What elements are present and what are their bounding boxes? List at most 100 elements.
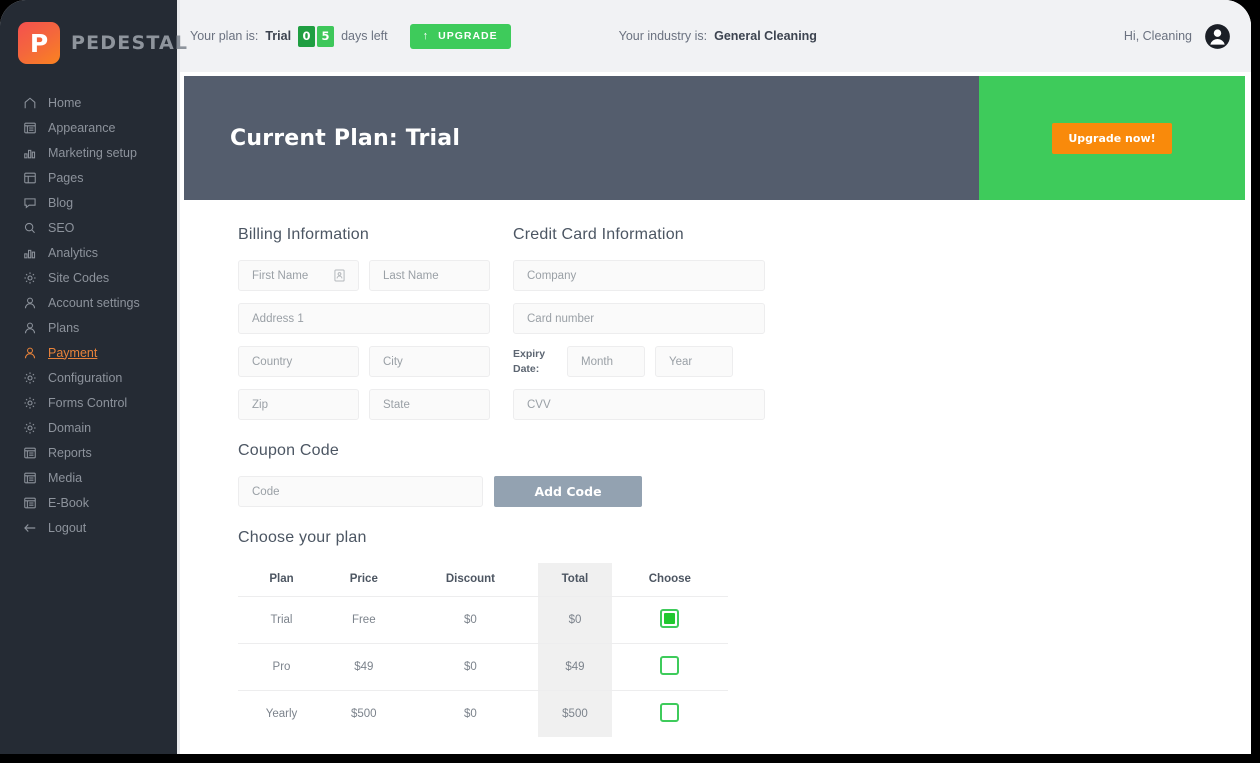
cvv-input[interactable]: CVV (513, 389, 765, 420)
plans-cell-choose (611, 596, 728, 644)
plans-cell-total: $49 (538, 643, 612, 691)
plan-checkbox[interactable] (660, 609, 680, 628)
sidebar-item-seo[interactable]: SEO (0, 215, 177, 240)
country-city-row: Country City (238, 346, 490, 389)
table-row: Yearly $500 $0 $500 (238, 690, 728, 737)
plan-value-label: Trial (265, 29, 292, 43)
zip-input[interactable]: Zip (238, 389, 359, 420)
sidebar-item-e-book[interactable]: E-Book (0, 490, 177, 515)
coupon-code-placeholder: Code (252, 485, 280, 498)
plan-checkbox[interactable] (660, 703, 680, 722)
layout-icon (22, 445, 37, 460)
layout-icon (22, 470, 37, 485)
plans-table-head: Plan Price Discount Total Choose (238, 563, 728, 597)
plans-column-header: Plan (269, 573, 294, 585)
plans-cell-price: Free (324, 596, 403, 644)
sidebar-item-label: Marketing setup (48, 145, 137, 160)
sidebar-item-label: Payment (48, 345, 98, 360)
plans-table: Plan Price Discount Total Choose Trial Free $0… (238, 563, 728, 737)
coupon-code-input[interactable]: Code (238, 476, 483, 507)
banner-left: Current Plan: Trial (184, 76, 979, 200)
plans-cell-choose (611, 690, 728, 737)
sidebar-item-forms-control[interactable]: Forms Control (0, 390, 177, 415)
coupon-section-title: Coupon Code (238, 442, 339, 459)
company-input[interactable]: Company (513, 260, 765, 291)
cvv-placeholder: CVV (527, 398, 551, 411)
days-digit-ones: 5 (317, 25, 335, 47)
arrow-left-icon (22, 520, 37, 535)
sidebar-item-logout[interactable]: Logout (0, 515, 177, 540)
user-icon (22, 295, 37, 310)
sidebar-item-site-codes[interactable]: Site Codes (0, 265, 177, 290)
card-number-input[interactable]: Card number (513, 303, 765, 334)
expiry-month-select[interactable]: Month (567, 346, 645, 377)
plans-cell-total: $500 (538, 690, 612, 737)
gear-icon (22, 370, 37, 385)
sidebar-item-domain[interactable]: Domain (0, 415, 177, 440)
layout-icon (22, 120, 37, 135)
company-placeholder: Company (527, 269, 577, 282)
choose-plan-title: Choose your plan (238, 529, 367, 546)
user-icon (22, 320, 37, 335)
plan-status: Your plan is: Trial 0 5 days left (190, 25, 388, 47)
avatar[interactable] (1204, 23, 1231, 50)
sidebar-item-label: Account settings (48, 295, 140, 310)
upgrade-now-button[interactable]: Upgrade now! (1052, 122, 1172, 154)
sidebar-item-plans[interactable]: Plans (0, 315, 177, 340)
sidebar-item-label: Plans (48, 320, 80, 335)
user-area[interactable]: Hi, Cleaning (1124, 23, 1231, 50)
sidebar-item-configuration[interactable]: Configuration (0, 365, 177, 390)
layout-icon (22, 495, 37, 510)
sidebar-item-label: Domain (48, 420, 92, 435)
days-left-counter: 0 5 (298, 25, 335, 47)
plan-prefix-label: Your plan is: (190, 29, 259, 43)
sidebar-item-pages[interactable]: Pages (0, 165, 177, 190)
upgrade-button[interactable]: ↑ UPGRADE (409, 23, 511, 49)
sidebar-item-analytics[interactable]: Analytics (0, 240, 177, 265)
city-input[interactable]: City (369, 346, 490, 377)
country-placeholder: Country (252, 355, 293, 368)
last-name-placeholder: Last Name (383, 269, 439, 282)
plans-column-header: Choose (648, 573, 691, 585)
plans-column-header: Price (349, 573, 378, 585)
state-input[interactable]: State (369, 389, 490, 420)
user-icon (22, 345, 37, 360)
contact-card-icon[interactable] (334, 269, 345, 282)
gear-icon (22, 420, 37, 435)
sidebar-item-label: SEO (48, 220, 75, 235)
sidebar-item-blog[interactable]: Blog (0, 190, 177, 215)
coupon-section: Coupon Code Code Add Code (180, 432, 1251, 507)
bar-chart-icon (22, 145, 37, 160)
sidebar-item-media[interactable]: Media (0, 465, 177, 490)
sidebar-item-marketing-setup[interactable]: Marketing setup (0, 140, 177, 165)
zip-state-row: Zip State (238, 389, 490, 432)
zip-placeholder: Zip (252, 398, 268, 411)
address1-input[interactable]: Address 1 (238, 303, 490, 334)
brand-logo[interactable]: P PEDESTAL (0, 0, 187, 86)
gear-icon (22, 270, 37, 285)
days-digit-tens: 0 (298, 25, 316, 47)
sidebar-item-reports[interactable]: Reports (0, 440, 177, 465)
plan-checkbox[interactable] (660, 656, 680, 675)
sidebar-item-home[interactable]: Home (0, 90, 177, 115)
expiry-year-select[interactable]: Year (655, 346, 733, 377)
home-icon (22, 95, 37, 110)
sidebar-item-appearance[interactable]: Appearance (0, 115, 177, 140)
sidebar-item-payment[interactable]: Payment (0, 340, 177, 365)
last-name-input[interactable]: Last Name (369, 260, 490, 291)
country-input[interactable]: Country (238, 346, 359, 377)
sidebar-item-account-settings[interactable]: Account settings (0, 290, 177, 315)
plans-column-header: Discount (445, 573, 496, 585)
expiry-date-label: Expiry Date: (513, 347, 557, 375)
logo-glyph: P (29, 28, 49, 58)
sidebar-nav: Home Appearance Marketing setup Pages Blog SE… (0, 86, 177, 540)
add-code-button[interactable]: Add Code (494, 476, 642, 507)
sidebar-item-label: Configuration (48, 370, 123, 385)
address1-placeholder: Address 1 (252, 312, 304, 325)
sidebar-item-label: Site Codes (48, 270, 110, 285)
expiry-year-placeholder: Year (669, 355, 693, 368)
expiry-month-placeholder: Month (581, 355, 613, 368)
sidebar-item-label: E-Book (48, 495, 89, 510)
first-name-input[interactable]: First Name (238, 260, 359, 291)
upgrade-button-label: UPGRADE (438, 30, 498, 42)
